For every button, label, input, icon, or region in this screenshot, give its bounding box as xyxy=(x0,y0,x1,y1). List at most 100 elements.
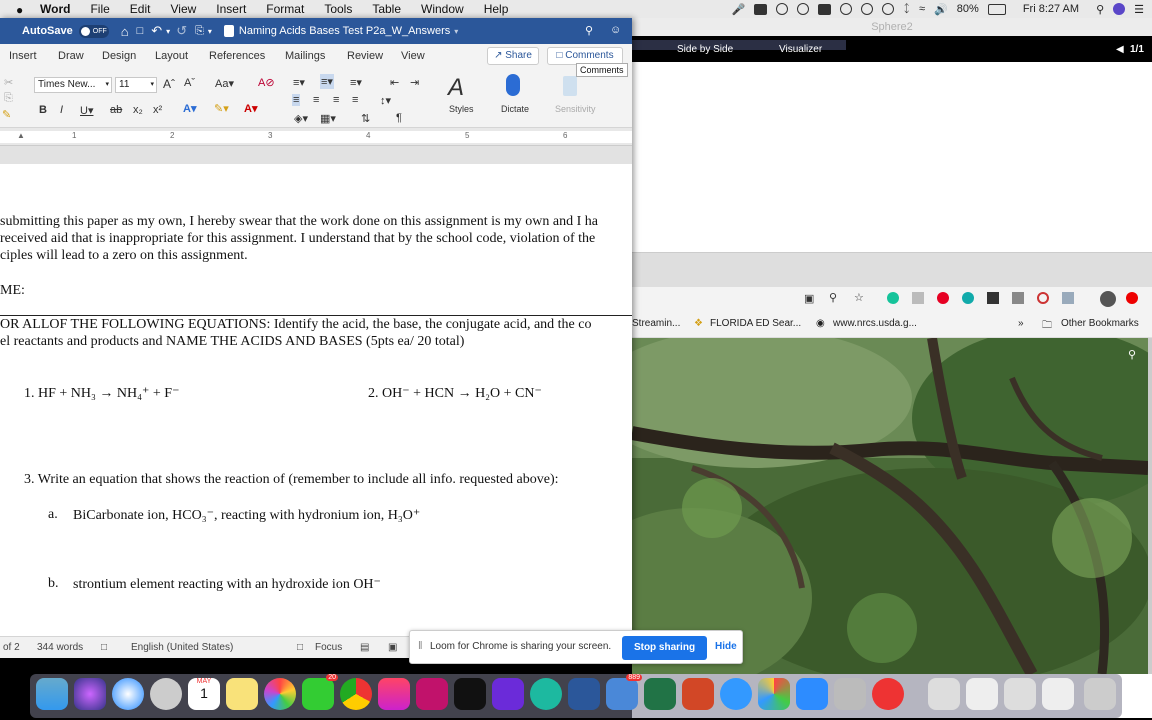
redo-icon[interactable]: ↺ xyxy=(176,23,187,39)
tab-draw[interactable]: Draw xyxy=(58,50,84,62)
copy-icon[interactable]: ⎘ xyxy=(4,92,13,105)
user-avatar-icon[interactable] xyxy=(1113,3,1126,15)
chrome-icon[interactable] xyxy=(340,678,372,710)
battery-percent[interactable]: 80% xyxy=(957,3,979,15)
zoom-icon[interactable]: ⚲ xyxy=(829,291,837,304)
do-not-disturb-icon[interactable] xyxy=(840,3,853,15)
trash-icon[interactable] xyxy=(1084,678,1116,710)
powerpoint-icon[interactable] xyxy=(682,678,714,710)
loom-app-icon[interactable] xyxy=(454,678,486,710)
safari-icon[interactable] xyxy=(112,678,144,710)
line-spacing-icon[interactable]: ↕▾ xyxy=(380,94,391,107)
menu-window[interactable]: Window xyxy=(421,2,464,16)
menu-format[interactable]: Format xyxy=(266,2,304,16)
grow-font-icon[interactable]: Aˆ xyxy=(163,77,175,91)
highlight-icon[interactable]: ✎▾ xyxy=(214,102,229,115)
time-machine-icon[interactable] xyxy=(882,3,895,15)
autosave-toggle[interactable]: OFF xyxy=(78,24,109,38)
multilevel-list-icon[interactable]: ≡▾ xyxy=(350,76,362,89)
wifi-icon[interactable]: ≈ xyxy=(919,3,925,15)
launchpad-icon[interactable] xyxy=(150,678,182,710)
save-icon[interactable]: □ xyxy=(137,25,144,37)
stop-sharing-button[interactable]: Stop sharing xyxy=(622,636,707,660)
font-name-select[interactable]: Times New... ▾ xyxy=(34,77,112,93)
grammarly-icon[interactable] xyxy=(887,292,899,304)
cut-icon[interactable]: ✂ xyxy=(4,76,13,89)
menu-insert[interactable]: Insert xyxy=(216,2,246,16)
page-count[interactable]: of 2 xyxy=(3,642,20,653)
app-icon[interactable] xyxy=(758,678,790,710)
extension-icon[interactable] xyxy=(962,292,974,304)
apple-menu-icon[interactable]: ● xyxy=(16,3,28,17)
folder-stack-icon[interactable] xyxy=(928,678,960,710)
print-icon[interactable]: ⎘ xyxy=(195,25,204,38)
hide-button[interactable]: Hide xyxy=(715,641,737,652)
bookmark-star-icon[interactable]: ☆ xyxy=(854,291,864,304)
ruler[interactable]: ▲ 1 2 3 4 5 6 xyxy=(0,128,632,146)
pear-deck-icon[interactable] xyxy=(492,678,524,710)
music-icon[interactable] xyxy=(378,678,410,710)
excel-icon[interactable] xyxy=(644,678,676,710)
display-icon[interactable] xyxy=(818,3,832,15)
menu-app-name[interactable]: Word xyxy=(40,2,70,16)
facetime-icon[interactable]: 20 xyxy=(302,674,338,710)
siri-icon[interactable] xyxy=(74,678,106,710)
network-utility-icon[interactable] xyxy=(834,678,866,710)
menu-help[interactable]: Help xyxy=(484,2,509,16)
bluetooth-icon[interactable]: ᛨ xyxy=(903,3,910,15)
more-bookmarks-chevron[interactable]: » xyxy=(1018,318,1024,329)
clear-formatting-icon[interactable]: A⊘ xyxy=(258,76,275,89)
yahoo-icon[interactable] xyxy=(416,678,448,710)
change-case-icon[interactable]: Aa▾ xyxy=(215,77,234,90)
menu-edit[interactable]: Edit xyxy=(130,2,151,16)
word-count[interactable]: 344 words xyxy=(37,642,83,653)
increase-indent-icon[interactable]: ⇥ xyxy=(410,76,419,89)
menu-file[interactable]: File xyxy=(90,2,109,16)
document-stack-icon[interactable] xyxy=(966,678,998,710)
strikethrough-icon[interactable]: ab xyxy=(110,104,122,116)
clock[interactable]: Fri 8:27 AM xyxy=(1023,3,1079,15)
indent-marker-icon[interactable]: ▲ xyxy=(17,131,25,140)
share-button[interactable]: ↗ Share xyxy=(487,47,539,65)
app-icon[interactable] xyxy=(872,678,904,710)
photos-icon[interactable] xyxy=(264,678,296,710)
camera-icon[interactable]: ▣ xyxy=(804,292,814,305)
loom-icon[interactable] xyxy=(987,292,999,304)
align-right-icon[interactable]: ≡ xyxy=(333,94,339,106)
image-search-icon[interactable]: ⚲ xyxy=(1128,348,1136,361)
extension-icon[interactable] xyxy=(912,292,924,304)
justify-icon[interactable]: ≡ xyxy=(352,94,358,106)
pinterest-icon[interactable] xyxy=(937,292,949,304)
extension-icon[interactable] xyxy=(1037,292,1049,304)
word-icon[interactable] xyxy=(568,678,600,710)
focus-icon[interactable]: □ xyxy=(297,642,303,653)
undo-icon[interactable]: ↶ xyxy=(151,23,162,39)
tab-view[interactable]: View xyxy=(401,50,425,62)
decrease-indent-icon[interactable]: ⇤ xyxy=(390,76,399,89)
sort-icon[interactable]: ⇅ xyxy=(361,112,370,125)
proofing-icon[interactable]: □ xyxy=(101,642,107,653)
underline-icon[interactable]: U▾ xyxy=(80,104,93,117)
bookmark-item[interactable]: www.nrcs.usda.g... xyxy=(833,318,917,329)
extension-icon[interactable] xyxy=(1062,292,1074,304)
tab-mailings[interactable]: Mailings xyxy=(285,50,325,62)
notification-center-icon[interactable]: ☰ xyxy=(1134,3,1144,16)
finder-icon[interactable] xyxy=(36,678,68,710)
search-icon[interactable]: ⚲ xyxy=(585,24,593,37)
bullets-icon[interactable]: ≡▾ xyxy=(293,76,305,89)
downloads-stack-icon[interactable] xyxy=(1042,678,1074,710)
screen-record-icon[interactable] xyxy=(754,3,768,15)
menu-table[interactable]: Table xyxy=(372,2,401,16)
tab-layout[interactable]: Layout xyxy=(155,50,188,62)
webex-icon[interactable] xyxy=(530,678,562,710)
bookmark-item[interactable]: FLORIDA ED Sear... xyxy=(710,318,801,329)
numbering-icon[interactable]: ≡▾ xyxy=(320,74,334,89)
calendar-icon[interactable]: MAY 1 xyxy=(188,678,220,710)
styles-label[interactable]: Styles xyxy=(449,104,474,114)
sensitivity-label[interactable]: Sensitivity xyxy=(555,104,596,114)
tab-design[interactable]: Design xyxy=(102,50,136,62)
shrink-font-icon[interactable]: Aˇ xyxy=(184,77,195,89)
tab-insert[interactable]: Insert xyxy=(9,50,37,62)
font-size-select[interactable]: 11 ▾ xyxy=(115,77,157,93)
accessibility-icon[interactable] xyxy=(861,3,874,15)
